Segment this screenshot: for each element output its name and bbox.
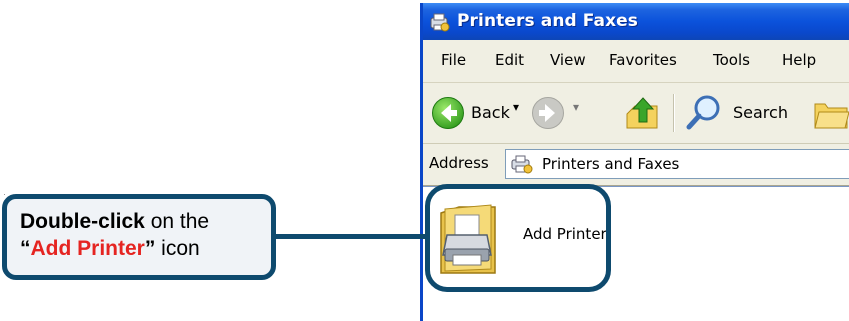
callout-text: on the <box>144 210 210 233</box>
toolbar-separator <box>673 94 675 132</box>
printer-folder-icon <box>430 13 450 32</box>
printer-folder-icon <box>511 155 533 174</box>
search-button[interactable]: Search <box>685 93 795 131</box>
address-bar: Address Printers and Faxes <box>423 144 849 186</box>
callout-close-quote: ” <box>144 237 156 260</box>
folders-icon[interactable] <box>813 96 849 130</box>
magnifier-icon <box>686 95 720 130</box>
back-label: Back <box>471 103 510 122</box>
callout-emphasis: Double-click <box>20 210 145 233</box>
address-value: Printers and Faxes <box>542 155 680 173</box>
stray-mark <box>4 194 5 195</box>
back-button[interactable]: Back ▾ <box>431 96 521 130</box>
up-folder-icon[interactable] <box>623 94 661 132</box>
title-bar[interactable]: Printers and Faxes <box>423 3 849 40</box>
window-title: Printers and Faxes <box>457 11 639 31</box>
back-arrow-icon <box>432 97 464 129</box>
callout-highlight-text: Add Printer <box>30 237 145 260</box>
menu-edit[interactable]: Edit <box>495 51 524 69</box>
address-label: Address <box>429 154 489 172</box>
add-printer-highlight-frame <box>425 184 611 292</box>
forward-arrow-icon <box>532 97 564 129</box>
forward-button[interactable]: ▾ <box>531 96 587 130</box>
forward-dropdown-icon[interactable]: ▾ <box>573 100 579 114</box>
standard-toolbar: Back ▾ ▾ Search <box>423 83 849 144</box>
callout-connector-line <box>275 234 427 239</box>
menu-favorites[interactable]: Favorites <box>609 51 677 69</box>
back-dropdown-icon[interactable]: ▾ <box>513 100 519 114</box>
menu-file[interactable]: File <box>441 51 466 69</box>
address-field[interactable]: Printers and Faxes <box>505 149 849 179</box>
menu-help[interactable]: Help <box>782 51 816 69</box>
menu-bar: File Edit View Favorites Tools Help <box>423 40 849 83</box>
menu-view[interactable]: View <box>550 51 586 69</box>
callout-text-end: icon <box>155 237 200 260</box>
menu-tools[interactable]: Tools <box>713 51 750 69</box>
search-label: Search <box>733 103 788 122</box>
callout-open-quote: “ <box>20 237 31 260</box>
instruction-callout: Double-click on the “Add Printer” icon <box>2 194 276 280</box>
